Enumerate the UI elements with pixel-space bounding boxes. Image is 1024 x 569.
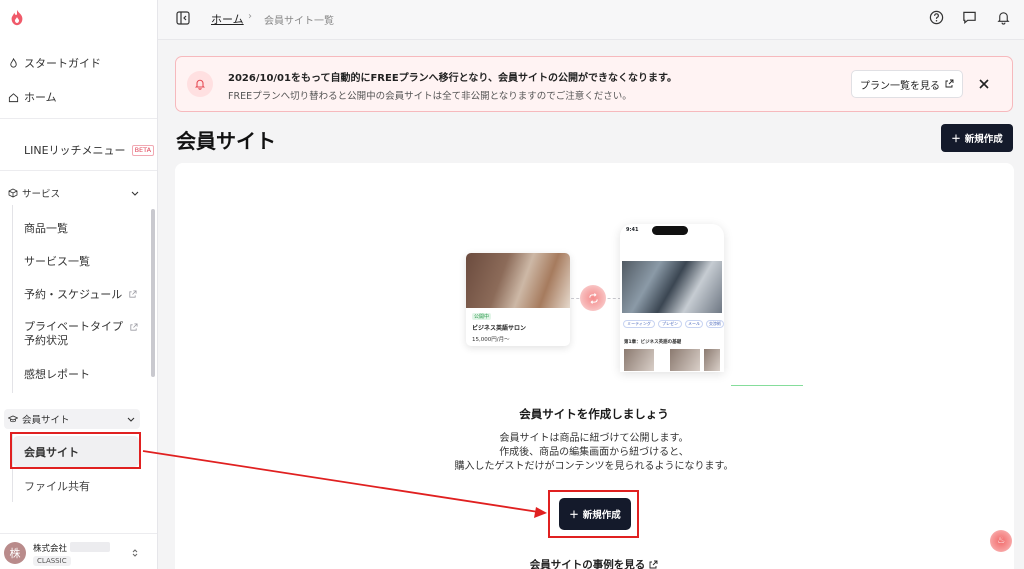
sidebar-scrollbar[interactable]	[151, 209, 155, 377]
external-link-icon	[130, 323, 138, 331]
alert-bell-badge	[187, 71, 213, 97]
tree-line	[12, 205, 13, 393]
button-label: 新規作成	[964, 134, 1003, 145]
phone-thumbnail	[670, 349, 700, 371]
phone-hero-image	[622, 261, 722, 313]
view-examples-link[interactable]: 会員サイトの事例を見る	[0, 557, 1024, 569]
brand-logo-icon[interactable]	[8, 9, 26, 27]
beta-badge: BETA	[131, 144, 155, 156]
phone-time: 9:41	[626, 227, 639, 233]
breadcrumb-separator: ›	[248, 11, 252, 22]
redacted-company-name	[70, 542, 110, 552]
phone-chip: ミーティング	[623, 320, 655, 328]
empty-state-description-line: 購入したゲストだけがコンテンツを見られるようになります。	[454, 461, 734, 472]
external-link-icon	[945, 79, 954, 88]
chat-icon[interactable]	[962, 10, 977, 25]
sidebar-item-label: プライベートタイプ 予約状況	[24, 320, 123, 347]
company-name: 株式会社	[33, 544, 68, 554]
sidebar-section-services[interactable]: サービス	[8, 186, 140, 200]
sidebar-item-label: 感想レポート	[24, 368, 90, 381]
button-label: プラン一覧を見る	[860, 80, 940, 92]
external-link-icon	[129, 289, 137, 298]
external-link-icon	[649, 560, 658, 568]
phone-thumbnail	[704, 349, 720, 371]
plus-icon: ＋	[951, 134, 961, 145]
alert-title: 2026/10/01をもって自動的にFREEプランへ移行となり、会員サイトの公開…	[228, 73, 677, 84]
sidebar-item-label: ファイル共有	[24, 480, 90, 493]
home-icon	[8, 92, 19, 102]
link-label: 会員サイトの事例を見る	[529, 559, 646, 569]
breadcrumb-current: 会員サイト一覧	[264, 16, 334, 27]
top-bar: ホーム › 会員サイト一覧	[158, 0, 1024, 40]
chevron-down-icon	[131, 191, 139, 196]
sidebar-item-label: LINEリッチメニュー	[24, 144, 126, 157]
phone-section-title: 第1章：ビジネス英語の基礎	[624, 340, 682, 345]
alert-subtitle: FREEプランへ切り替わると公開中の会員サイトは全て非公開となりますのでご注意く…	[228, 91, 632, 102]
breadcrumb-home-link[interactable]: ホーム	[211, 11, 244, 27]
sidebar-item-file-sharing[interactable]: ファイル共有	[24, 478, 90, 494]
bell-icon	[194, 79, 206, 90]
illustration-card-price: 15,000円/月〜	[472, 337, 510, 343]
sidebar-item-reservations[interactable]: 予約・スケジュール	[24, 286, 137, 302]
annotation-highlight-button	[548, 490, 639, 538]
illustration-product-card: 公開中 ビジネス英語サロン 15,000円/月〜	[466, 253, 570, 346]
sidebar-item-label: 商品一覧	[24, 222, 68, 235]
decorative-line	[731, 385, 803, 386]
sidebar-divider	[0, 170, 157, 171]
plan-migration-alert: 2026/10/01をもって自動的にFREEプランへ移行となり、会員サイトの公開…	[175, 56, 1013, 112]
help-icon[interactable]	[929, 10, 944, 25]
flame-icon	[10, 57, 17, 68]
published-badge: 公開中	[472, 313, 492, 320]
sidebar-item-home[interactable]: ホーム	[8, 89, 57, 105]
sidebar-divider	[0, 118, 157, 119]
sidebar-item-label: 予約・スケジュール	[24, 288, 123, 301]
create-new-button[interactable]: ＋ 新規作成	[941, 124, 1013, 152]
sidebar-item-start-guide[interactable]: スタートガイド	[8, 55, 101, 71]
sidebar: スタートガイド ホーム LINEリッチメニュー BETA サービス 商品一覧 サ…	[0, 0, 158, 569]
sidebar-item-feedback-report[interactable]: 感想レポート	[24, 366, 90, 382]
phone-notch	[652, 226, 688, 235]
annotation-highlight-sidebar	[10, 432, 141, 469]
sidebar-item-products[interactable]: 商品一覧	[24, 220, 68, 236]
view-plans-button[interactable]: プラン一覧を見る	[851, 70, 963, 98]
bell-icon[interactable]	[996, 10, 1011, 25]
sidebar-item-line-rich-menu[interactable]: LINEリッチメニュー BETA	[24, 142, 155, 158]
cube-icon	[8, 188, 18, 198]
sidebar-item-label: スタートガイド	[24, 57, 101, 70]
page-title: 会員サイト	[176, 129, 276, 153]
sidebar-item-label: サービス一覧	[24, 255, 90, 268]
phone-chip: メール	[685, 320, 703, 328]
sidebar-item-private-reservations[interactable]: プライベートタイプ 予約状況	[24, 320, 138, 348]
empty-state-title: 会員サイトを作成しましょう	[519, 407, 669, 421]
phone-thumbnail	[624, 349, 654, 371]
phone-chip: 交渉術	[706, 320, 724, 328]
sidebar-toggle-icon[interactable]	[176, 11, 190, 25]
empty-state-description-line: 会員サイトは商品に紐づけて公開します。	[499, 433, 689, 444]
illustration-phone: 9:41 ミーティング プレゼン メール 交渉術 第1章：ビジネス英語の基礎	[620, 224, 724, 372]
assistant-fab-button[interactable]: ♨	[990, 530, 1012, 552]
phone-chip: プレゼン	[658, 320, 682, 328]
link-icon	[588, 292, 598, 304]
section-label: サービス	[22, 189, 61, 200]
sync-badge	[580, 285, 606, 311]
close-icon[interactable]	[977, 77, 991, 91]
sidebar-item-services[interactable]: サービス一覧	[24, 253, 90, 269]
flame-icon: ♨	[996, 536, 1006, 546]
illustration-card-title: ビジネス英語サロン	[472, 325, 527, 332]
illustration-photo	[466, 253, 570, 308]
empty-state-description-line: 作成後、商品の編集画面から紐づけると、	[499, 447, 689, 458]
sidebar-item-label: ホーム	[24, 91, 57, 104]
